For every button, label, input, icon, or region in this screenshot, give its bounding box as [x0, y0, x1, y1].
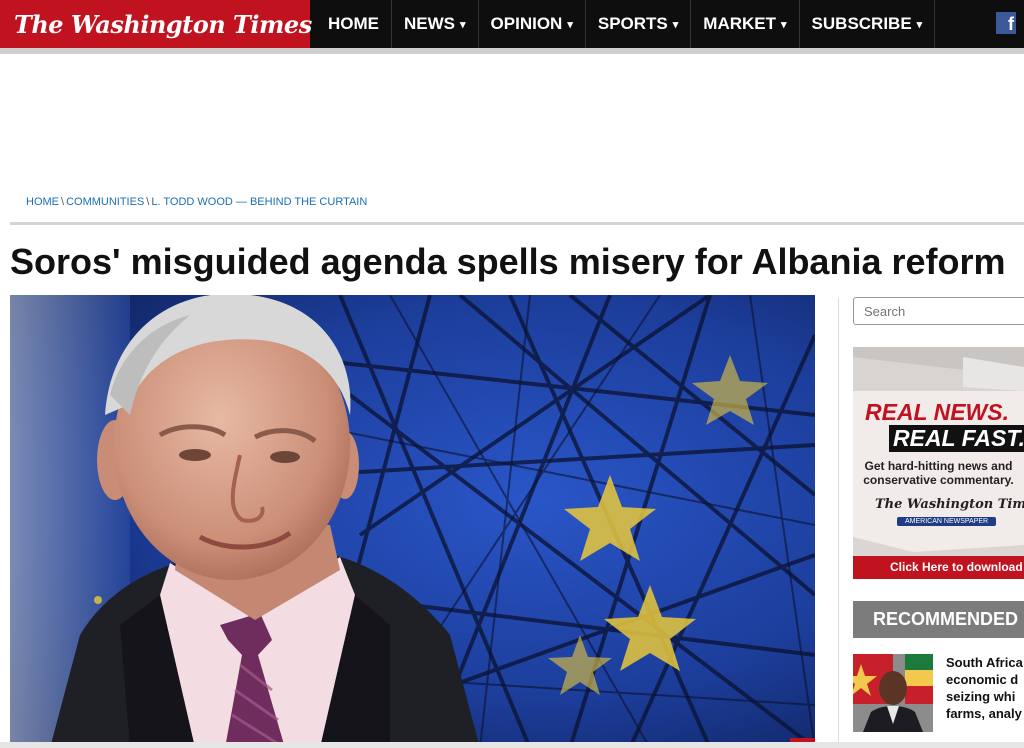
recommended-title-line: economic d	[946, 672, 1019, 687]
recommended-title-line: South Africa	[946, 655, 1023, 670]
ad-subtext-line1: Get hard-hitting news and	[864, 459, 1013, 473]
recommended-header: RECOMMENDED	[853, 601, 1024, 638]
nav-subscribe[interactable]: SUBSCRIBE ▾	[800, 0, 936, 48]
caret-down-icon: ▾	[672, 18, 679, 31]
nav-opinion-label: OPINION	[490, 14, 563, 33]
breadcrumb: HOME \ COMMUNITIES \ L. TODD WOOD — BEHIND T…	[26, 196, 367, 208]
site-logo: The Washington Times	[14, 9, 312, 39]
search-input[interactable]	[853, 297, 1024, 325]
ad-subtext: Get hard-hitting news and conservative c…	[853, 459, 1024, 487]
nav-news[interactable]: NEWS ▾	[392, 0, 479, 48]
nav-news-label: NEWS	[404, 14, 455, 33]
breadcrumb-communities[interactable]: COMMUNITIES	[66, 196, 144, 208]
breadcrumb-author[interactable]: L. TODD WOOD — BEHIND THE CURTAIN	[151, 196, 367, 208]
caret-down-icon: ▾	[567, 18, 573, 31]
recommended-item-title[interactable]: South Africa economic d seizing whi farm…	[946, 654, 1024, 722]
nav-market[interactable]: MARKET ▾	[691, 0, 800, 48]
facebook-icon[interactable]: f	[996, 12, 1016, 34]
ad-headline-line2: REAL FAST.	[889, 425, 1024, 452]
breadcrumb-separator: \	[61, 196, 65, 208]
nav-bottom-strip	[0, 48, 1024, 54]
ad-headline-line1: REAL NEWS.	[865, 399, 1009, 425]
nav-subscribe-label: SUBSCRIBE	[811, 14, 912, 33]
app-advertisement[interactable]: REAL NEWS. REAL FAST. Get hard-hitting n…	[853, 347, 1024, 579]
divider	[10, 222, 1024, 225]
top-navigation-bar: The Washington Times HOME NEWS ▾ OPINION ▾…	[0, 0, 1024, 48]
recommended-item-thumbnail[interactable]	[853, 654, 933, 732]
caret-down-icon: ▾	[916, 18, 923, 31]
nav-home-label: HOME	[328, 14, 379, 33]
ad-logo: The Washington Times	[875, 497, 1024, 512]
recommended-title-line: farms, analy	[946, 706, 1022, 721]
caret-down-icon: ▾	[460, 18, 466, 31]
caret-down-icon: ▾	[781, 18, 787, 31]
nav-sports[interactable]: SPORTS ▾	[586, 0, 692, 48]
breadcrumb-separator: \	[146, 196, 150, 208]
main-nav: HOME NEWS ▾ OPINION ▾ SPORTS ▾ MARKET ▾ SUBS…	[316, 0, 936, 48]
breadcrumb-home[interactable]: HOME	[26, 196, 59, 208]
nav-home[interactable]: HOME	[316, 0, 392, 48]
ad-download-button[interactable]: Click Here to download our app	[853, 556, 1024, 579]
nav-market-label: MARKET	[703, 14, 777, 33]
nav-opinion[interactable]: OPINION ▾	[479, 0, 586, 48]
site-logo-link[interactable]: The Washington Times	[0, 0, 312, 48]
sidebar-divider	[838, 298, 839, 748]
hero-photo-illustration	[10, 295, 815, 748]
article-hero-image[interactable]	[10, 295, 815, 748]
recommended-title-line: seizing whi	[946, 689, 1016, 704]
ad-logo-ribbon: AMERICAN NEWSPAPER	[897, 517, 997, 526]
article-headline: Soros' misguided agenda spells misery fo…	[10, 241, 1006, 282]
nav-sports-label: SPORTS	[597, 14, 668, 33]
recommended-thumbnail-photo	[853, 654, 933, 732]
horizontal-scrollbar[interactable]	[0, 742, 1024, 748]
ad-subtext-line2: conservative commentary.	[863, 473, 1014, 487]
